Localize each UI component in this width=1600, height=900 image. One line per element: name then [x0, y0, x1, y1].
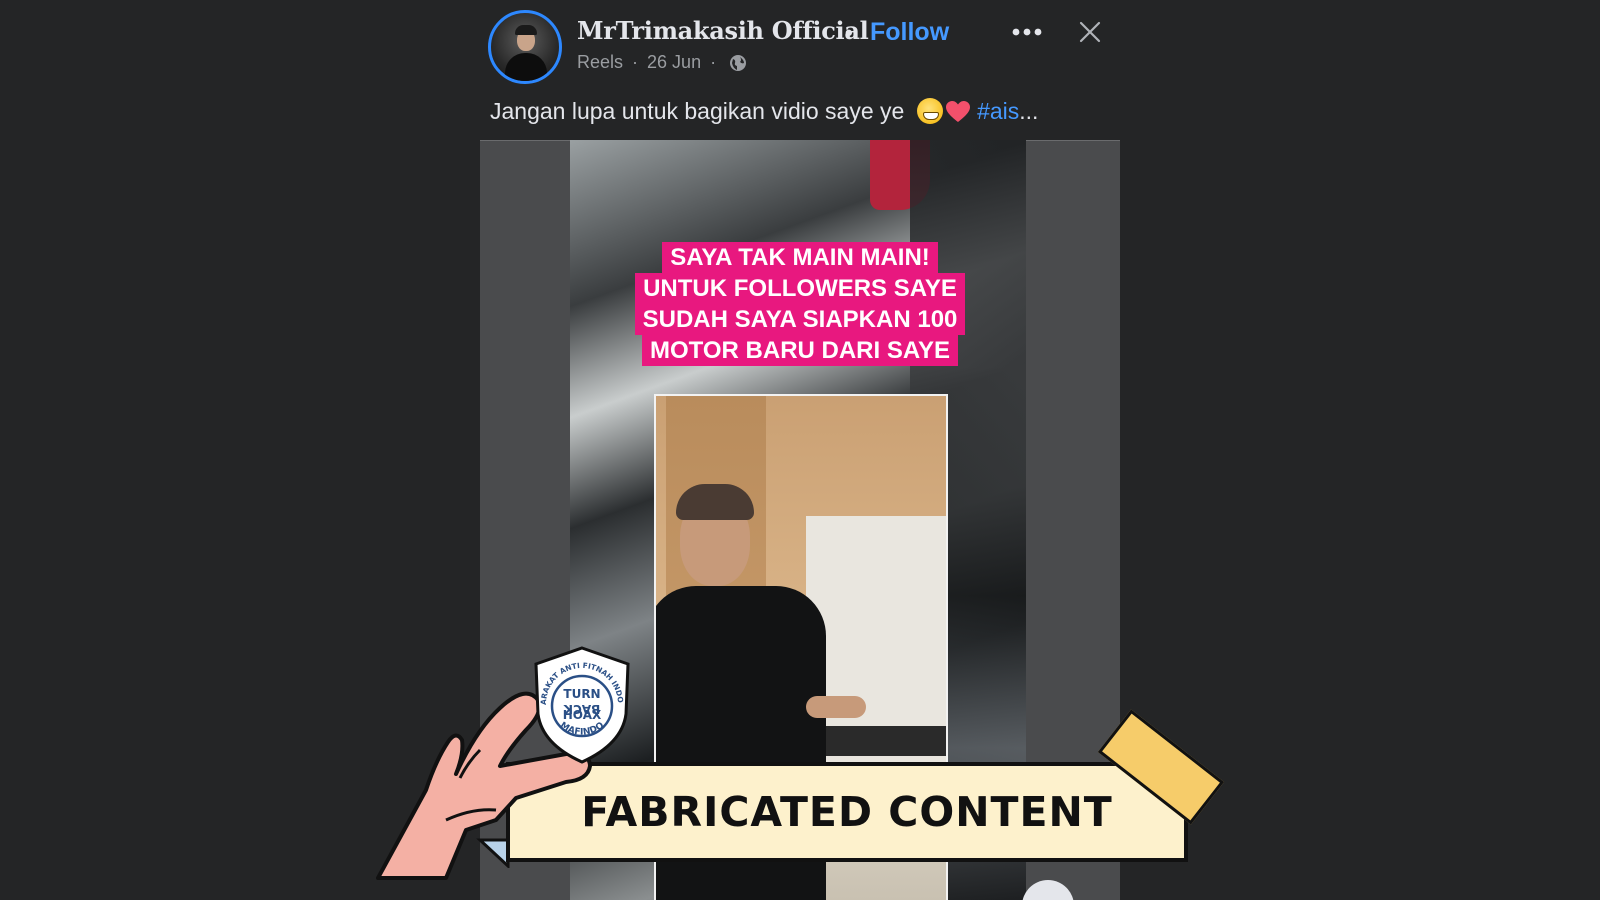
- video-overlay-text: SAYA TAK MAIN MAIN! UNTUK FOLLOWERS SAYE…: [610, 242, 990, 366]
- svg-text:TURN: TURN: [563, 687, 600, 701]
- svg-text:HOAX: HOAX: [563, 708, 602, 722]
- overlay-line: MOTOR BARU DARI SAYE: [641, 335, 959, 366]
- mafindo-shield-logo: MASYARAKAT ANTI FITNAH INDONESIA MAFINDO…: [532, 646, 630, 764]
- caption-ellipsis[interactable]: ...: [1019, 98, 1038, 124]
- post-source[interactable]: Reels: [577, 52, 623, 73]
- red-heart-emoji: [945, 101, 970, 122]
- grinning-face-emoji: [916, 98, 943, 124]
- overlay-line: UNTUK FOLLOWERS SAYE: [635, 273, 965, 304]
- meta-dot: ·: [632, 52, 639, 72]
- overlay-line: SAYA TAK MAIN MAIN!: [662, 242, 938, 273]
- more-options-icon[interactable]: [1010, 22, 1044, 42]
- globe-icon[interactable]: [729, 54, 747, 72]
- title-separator: •: [845, 20, 853, 45]
- person-hand: [806, 696, 866, 718]
- avatar-figure-hair: [515, 25, 537, 35]
- overlay-line: SUDAH SAYA SIAPKAN 100: [634, 304, 966, 335]
- follow-button[interactable]: Follow: [870, 18, 949, 47]
- meta-dot: ·: [710, 52, 717, 72]
- author-name[interactable]: MrTrimakasih Official: [577, 16, 869, 45]
- fact-check-label: FABRICATED CONTENT: [581, 788, 1113, 836]
- post-caption: Jangan lupa untuk bagikan vidio saye ye …: [490, 98, 1038, 125]
- post-meta: Reels · 26 Jun ·: [577, 52, 747, 73]
- avatar-figure-body: [505, 53, 547, 81]
- facebook-post-view: MrTrimakasih Official • Follow Reels · 2…: [0, 0, 1600, 900]
- caption-text: Jangan lupa untuk bagikan vidio saye ye: [490, 98, 911, 124]
- close-icon[interactable]: [1078, 20, 1102, 44]
- caption-hashtag[interactable]: #ais: [977, 98, 1019, 124]
- author-avatar[interactable]: [488, 10, 562, 84]
- fabricated-content-banner: FABRICATED CONTENT: [506, 762, 1188, 862]
- post-date[interactable]: 26 Jun: [647, 52, 701, 73]
- person-hair: [676, 484, 754, 520]
